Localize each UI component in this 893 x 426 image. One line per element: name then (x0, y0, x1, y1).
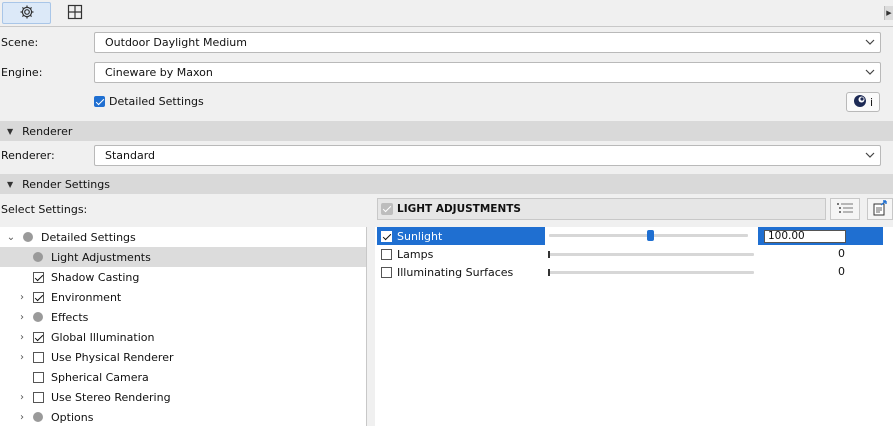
tree-item-label: Shadow Casting (51, 270, 140, 284)
dot-icon (32, 311, 44, 323)
render-settings-section-header[interactable]: ▼ Render Settings (0, 174, 893, 194)
cinema4d-icon (853, 94, 867, 111)
renderer-section-header[interactable]: ▼ Renderer (0, 121, 893, 141)
tree-item-environment[interactable]: › Environment (0, 287, 366, 307)
chevron-down-icon (860, 150, 880, 161)
checkbox-unchecked-icon[interactable] (32, 351, 44, 363)
dot-icon (32, 411, 44, 423)
renderer-dropdown[interactable]: Standard (94, 145, 881, 166)
light-adjustments-list: Sunlight 100.00 Lamps 0 Illuminating Sur… (375, 227, 893, 426)
chevron-right-icon[interactable]: › (17, 412, 27, 423)
tree-item-label: Effects (51, 310, 89, 324)
light-row-sunlight[interactable]: Sunlight 100.00 (375, 227, 893, 245)
tree-item-label: Light Adjustments (51, 250, 151, 264)
settings-tree: ⌄ Detailed Settings Light Adjustments Sh… (0, 227, 367, 426)
checkbox-unchecked-icon[interactable] (32, 371, 44, 383)
light-row-illuminating-surfaces[interactable]: Illuminating Surfaces 0 (375, 263, 893, 281)
tree-item-label: Spherical Camera (51, 370, 149, 384)
chevron-right-icon[interactable]: › (17, 352, 27, 363)
sunlight-slider-thumb[interactable] (647, 230, 654, 241)
tree-item-spherical-camera[interactable]: Spherical Camera (0, 367, 366, 387)
chevron-down-icon[interactable]: ⌄ (6, 232, 16, 243)
chevron-right-icon[interactable]: › (17, 392, 27, 403)
light-row-lamps[interactable]: Lamps 0 (375, 245, 893, 263)
chevron-right-icon[interactable]: › (17, 292, 27, 303)
tree-item-label: Use Physical Renderer (51, 350, 174, 364)
tree-item-shadow-casting[interactable]: Shadow Casting (0, 267, 366, 287)
tree-item-light-adjustments[interactable]: Light Adjustments (0, 247, 366, 267)
engine-info-button[interactable]: i (846, 92, 880, 112)
renderer-label: Renderer: (1, 149, 55, 162)
tree-item-effects[interactable]: › Effects (0, 307, 366, 327)
scene-value: Outdoor Daylight Medium (105, 36, 247, 49)
panel-collapse-arrow[interactable]: ▶ (884, 6, 893, 20)
triangle-down-icon: ▼ (7, 179, 14, 189)
header-checkbox-icon (381, 203, 393, 215)
light-row-label: Lamps (397, 247, 434, 261)
tree-item-options[interactable]: › Options (0, 407, 366, 426)
engine-dropdown[interactable]: Cineware by Maxon (94, 62, 881, 83)
illuminating-surfaces-checkbox[interactable] (381, 266, 392, 278)
light-row-label: Illuminating Surfaces (397, 265, 514, 279)
render-settings-section-title: Render Settings (22, 177, 110, 191)
checkbox-checked-icon[interactable] (32, 291, 44, 303)
lamps-slider-thumb[interactable] (548, 251, 550, 258)
scene-label: Scene: (1, 36, 39, 49)
engine-label: Engine: (1, 66, 43, 79)
gear-icon (19, 4, 35, 23)
chevron-down-icon (860, 67, 880, 78)
sunlight-checkbox[interactable] (381, 230, 392, 242)
dot-icon (32, 251, 44, 263)
chevron-right-icon[interactable]: › (17, 312, 27, 323)
lamps-slider-track[interactable] (549, 253, 754, 256)
light-adjustments-header: LIGHT ADJUSTMENTS (377, 198, 826, 220)
tree-item-label: Options (51, 410, 94, 424)
tree-item-global-illumination[interactable]: › Global Illumination (0, 327, 366, 347)
list-view-button[interactable] (830, 198, 860, 220)
settings-tab-button[interactable] (2, 2, 51, 24)
lamps-value[interactable]: 0 (795, 247, 845, 260)
scene-dropdown[interactable]: Outdoor Daylight Medium (94, 32, 881, 53)
lamps-checkbox[interactable] (381, 248, 392, 260)
grid-view-icon (67, 4, 83, 23)
tree-item-label: Environment (51, 290, 122, 304)
detailed-settings-label: Detailed Settings (109, 95, 204, 108)
tree-item-label: Global Illumination (51, 330, 155, 344)
illuminating-surfaces-slider-thumb[interactable] (548, 269, 550, 276)
checkbox-checked-icon[interactable] (32, 331, 44, 343)
chevron-down-icon (860, 37, 880, 48)
detailed-settings-checkbox[interactable] (94, 96, 105, 107)
checkbox-unchecked-icon[interactable] (32, 391, 44, 403)
triangle-down-icon: ▼ (7, 126, 14, 136)
renderer-section-title: Renderer (22, 124, 73, 138)
export-button[interactable] (867, 198, 893, 220)
info-icon: i (869, 95, 874, 109)
illuminating-surfaces-slider-track[interactable] (549, 271, 754, 274)
export-icon (872, 199, 888, 219)
tree-item-use-physical-renderer[interactable]: › Use Physical Renderer (0, 347, 366, 367)
light-row-label: Sunlight (397, 229, 443, 243)
tree-item-use-stereo-rendering[interactable]: › Use Stereo Rendering (0, 387, 366, 407)
tree-item-label: Use Stereo Rendering (51, 390, 171, 404)
tree-item-label: Detailed Settings (41, 230, 136, 244)
triangle-right-icon: ▶ (886, 9, 892, 17)
top-toolbar: ▶ (0, 0, 893, 27)
chevron-right-icon[interactable]: › (17, 332, 27, 343)
detailed-settings-toggle[interactable]: Detailed Settings (94, 95, 204, 108)
sunlight-value-input[interactable]: 100.00 (764, 230, 846, 243)
engine-value: Cineware by Maxon (105, 66, 213, 79)
light-adjustments-title: LIGHT ADJUSTMENTS (397, 203, 521, 215)
checkbox-checked-icon[interactable] (32, 271, 44, 283)
dot-icon (22, 231, 34, 243)
select-settings-label: Select Settings: (1, 203, 88, 216)
tree-item-detailed-settings[interactable]: ⌄ Detailed Settings (0, 227, 366, 247)
illuminating-surfaces-value[interactable]: 0 (795, 265, 845, 278)
renderer-value: Standard (105, 149, 156, 162)
list-icon (836, 201, 854, 218)
grid-tab-button[interactable] (58, 2, 92, 24)
